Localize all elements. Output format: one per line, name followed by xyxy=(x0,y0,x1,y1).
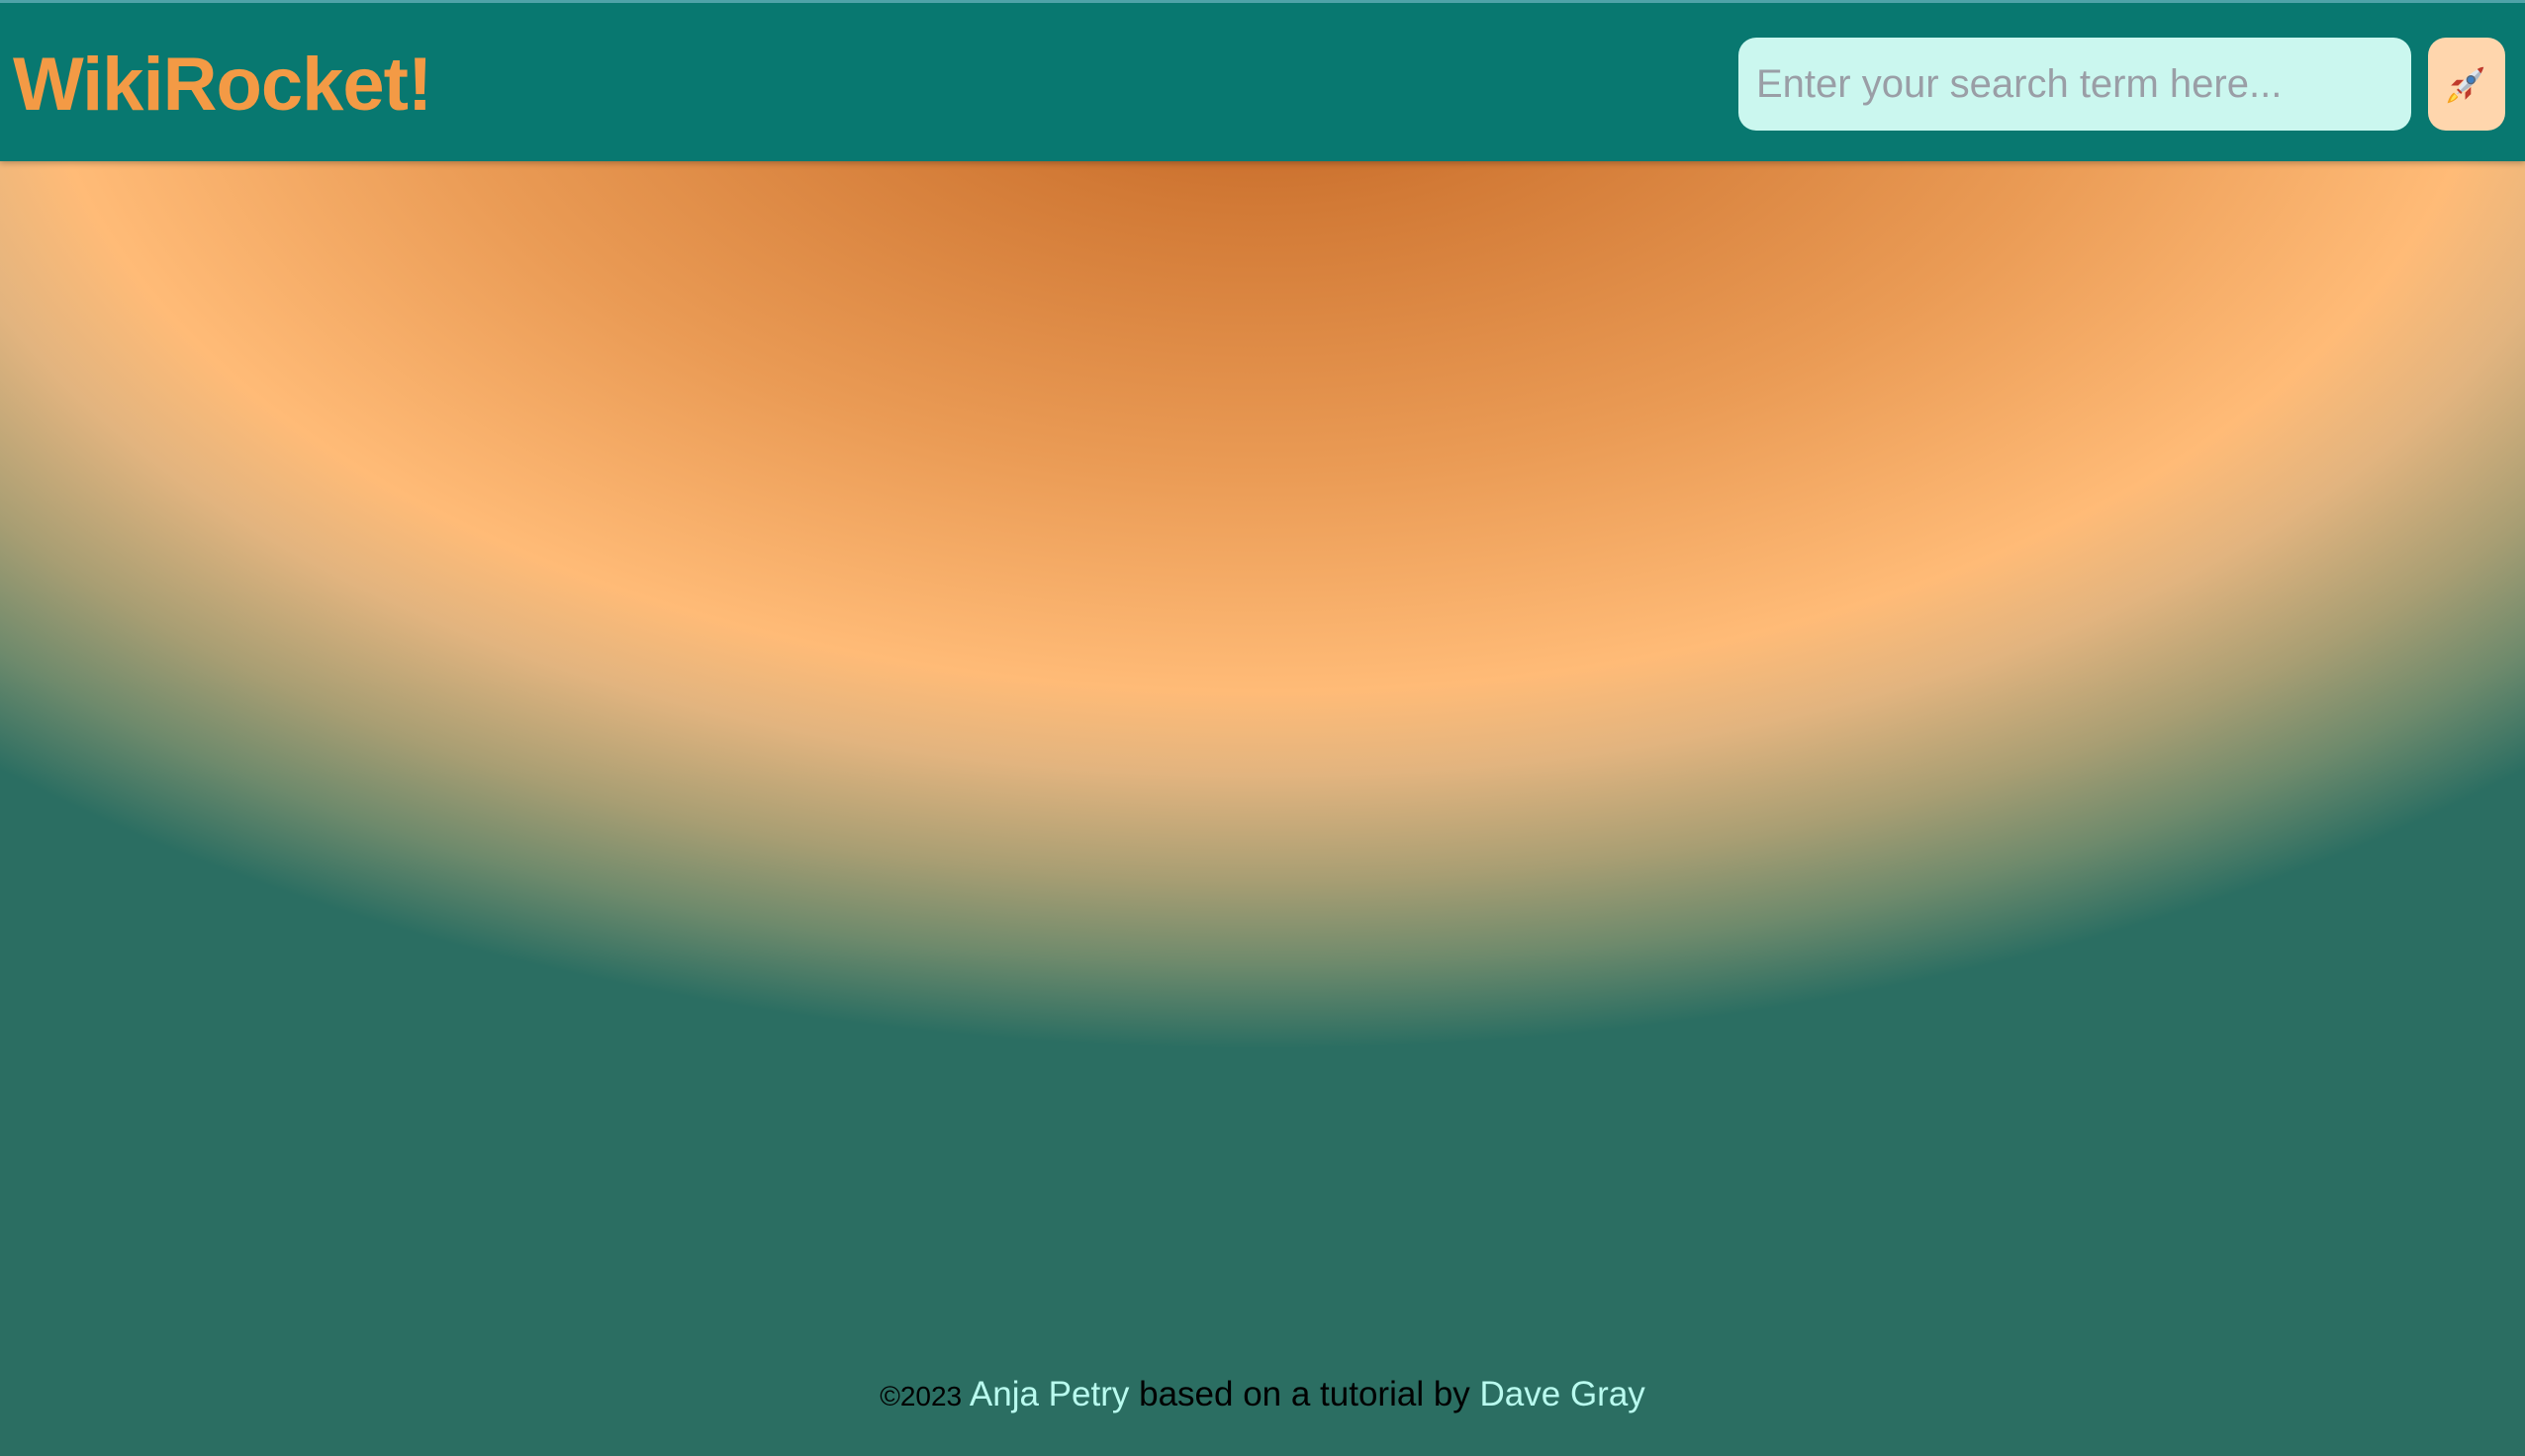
copyright-text: ©2023 xyxy=(880,1381,963,1411)
author-link[interactable]: Anja Petry xyxy=(970,1375,1129,1413)
footer: ©2023 Anja Petry based on a tutorial by … xyxy=(0,1367,2525,1424)
tutorial-author-link[interactable]: Dave Gray xyxy=(1480,1375,1645,1413)
page: WikiRocket! ©2023 A xyxy=(0,0,2525,1456)
search-input[interactable] xyxy=(1738,38,2411,131)
search-submit-button[interactable] xyxy=(2428,38,2505,131)
top-bar: WikiRocket! xyxy=(0,0,2525,161)
rocket-icon xyxy=(2447,66,2484,104)
footer-credit-text: based on a tutorial by xyxy=(1139,1375,1470,1413)
site-title: WikiRocket! xyxy=(13,43,432,127)
